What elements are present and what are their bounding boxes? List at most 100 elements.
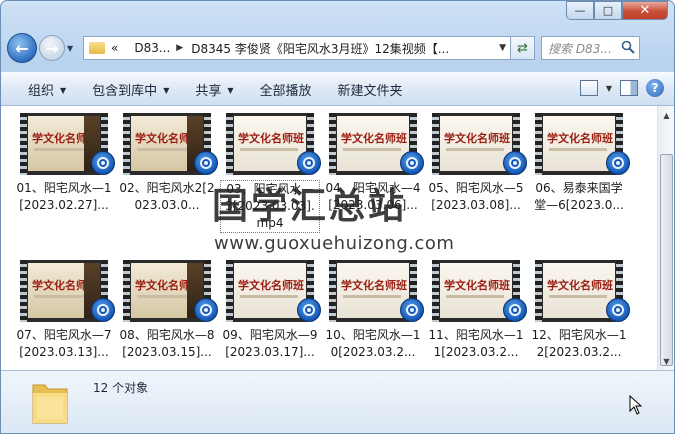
thumbnail-banner: 学文化名师班 (444, 279, 510, 292)
thumbnail-frame: 学文化名师班 (337, 263, 409, 318)
film-strip-icon (432, 260, 439, 322)
refresh-button[interactable]: ⇄ (511, 36, 535, 60)
details-pane: 12 个对象 (1, 370, 674, 433)
search-icon (621, 40, 635, 54)
breadcrumb-current[interactable]: D8345 李俊贤《阳宅风水3月班》12集视频【... (191, 40, 449, 57)
file-item[interactable]: 学文化名师班 06、易泰来国学堂—6[2023.0... (529, 113, 630, 253)
thumbnail-subtitle-bar (343, 295, 401, 298)
recent-pages-dropdown[interactable]: ▼ (67, 44, 79, 53)
media-player-icon (400, 298, 424, 322)
address-chevrons[interactable]: « (111, 41, 118, 55)
thumbnail-frame: 学文化名师班 (28, 116, 100, 171)
media-player-icon (91, 298, 115, 322)
thumbnail-frame: 学文化名师班 (543, 263, 615, 318)
media-player-icon (606, 298, 630, 322)
file-name[interactable]: 05、阳宅风水—5[2023.03.08]... (426, 180, 526, 214)
mouse-pointer-icon (629, 395, 643, 415)
file-item[interactable]: 学文化名师班 01、阳宅风水—1[2023.02.27]... (14, 113, 115, 253)
watermark-text: 国学汇总站 (212, 186, 408, 227)
address-dropdown-icon[interactable]: ▼ (499, 43, 506, 53)
search-input[interactable]: 搜索 D83... (541, 36, 640, 60)
back-arrow-icon: ← (15, 38, 29, 58)
media-player-icon (503, 151, 527, 175)
thumbnail-banner: 学文化名师班 (238, 279, 304, 292)
file-name[interactable]: 08、阳宅风水—8[2023.03.15]... (117, 327, 217, 361)
file-item[interactable]: 学文化名师班 02、阳宅风水2[2023.03.0... (117, 113, 218, 253)
thumbnail-frame: 学文化名师班 (131, 116, 203, 171)
file-name[interactable]: 02、阳宅风水2[2023.03.0... (117, 180, 217, 214)
file-item[interactable]: 学文化名师班 05、阳宅风水—5[2023.03.08]... (426, 113, 527, 253)
organize-label: 组织 (28, 83, 55, 99)
forward-arrow-icon: → (45, 38, 59, 58)
media-player-icon (91, 151, 115, 175)
breadcrumb-arrow-icon[interactable]: ▶ (176, 43, 183, 53)
file-name[interactable]: 06、易泰来国学堂—6[2023.0... (529, 180, 629, 214)
close-button[interactable]: ✕ (622, 1, 668, 20)
thumbnail-frame: 学文化名师班 (337, 116, 409, 171)
film-strip-icon (535, 113, 542, 175)
maximize-button[interactable]: □ (594, 1, 622, 20)
caption-buttons: — □ ✕ (566, 1, 668, 20)
share-menu[interactable]: 共享 ▼ (195, 80, 233, 99)
scroll-up-icon[interactable]: ▲ (659, 108, 674, 124)
film-strip-icon (226, 260, 233, 322)
file-name[interactable]: 01、阳宅风水—1[2023.02.27]... (14, 180, 114, 214)
view-dropdown-icon[interactable]: ▼ (606, 84, 612, 93)
search-placeholder: 搜索 D83... (548, 41, 612, 56)
organize-menu[interactable]: 组织 ▼ (28, 80, 66, 99)
file-list-area[interactable]: 学文化名师班 01、阳宅风水—1[2023.02.27]... 学文化名师班 02、阳… (1, 106, 674, 370)
file-name[interactable]: 07、阳宅风水—7[2023.03.13]... (14, 327, 114, 361)
breadcrumb-item[interactable]: D83... (134, 41, 170, 55)
thumbnail-subtitle-bar (549, 148, 607, 151)
preview-pane-icon[interactable] (620, 80, 638, 96)
film-strip-icon (329, 113, 336, 175)
thumbnail-frame: 学文化名师班 (440, 263, 512, 318)
media-player-icon (297, 151, 321, 175)
change-view-icon[interactable] (579, 80, 598, 96)
folder-icon (32, 384, 68, 424)
film-strip-icon (20, 260, 27, 322)
thumbnail-frame: 学文化名师班 (234, 116, 306, 171)
media-player-icon (194, 298, 218, 322)
media-player-icon (297, 298, 321, 322)
thumbnail-subtitle-bar (240, 295, 298, 298)
include-label: 包含到库中 (92, 83, 158, 99)
thumbnail-frame: 学文化名师班 (543, 116, 615, 171)
file-name[interactable]: 10、阳宅风水—10[2023.03.2... (323, 327, 423, 361)
new-folder-button[interactable]: 新建文件夹 (338, 80, 403, 99)
film-strip-icon (432, 113, 439, 175)
media-player-icon (400, 151, 424, 175)
film-strip-icon (226, 113, 233, 175)
file-name[interactable]: 09、阳宅风水—9[2023.03.17]... (220, 327, 320, 361)
media-player-icon (503, 298, 527, 322)
scroll-down-icon[interactable]: ▼ (659, 354, 674, 370)
film-strip-icon (535, 260, 542, 322)
command-bar: 组织 ▼ 包含到库中 ▼ 共享 ▼ 全部播放 新建文件夹 ▼ ? (1, 72, 674, 106)
include-in-library-menu[interactable]: 包含到库中 ▼ (92, 80, 169, 99)
thumbnail-subtitle-bar (240, 148, 298, 151)
thumbnail-banner: 学文化名师班 (341, 279, 407, 292)
forward-button[interactable]: → (39, 35, 65, 61)
thumbnail-subtitle-bar (446, 295, 504, 298)
address-bar[interactable]: « D83... ▶ D8345 李俊贤《阳宅风水3月班》12集视频【... ▼ (83, 36, 511, 60)
film-strip-icon (20, 113, 27, 175)
film-strip-icon (123, 260, 130, 322)
thumbnail-frame: 学文化名师班 (131, 263, 203, 318)
file-name[interactable]: 12、阳宅风水—12[2023.03.2... (529, 327, 629, 361)
folder-icon (89, 42, 105, 54)
back-button[interactable]: ← (7, 33, 37, 63)
film-strip-icon (329, 260, 336, 322)
scrollbar-thumb[interactable] (660, 154, 673, 366)
thumbnail-frame: 学文化名师班 (234, 263, 306, 318)
watermark-url: www.guoxuehuizong.com (214, 233, 455, 254)
thumbnail-banner: 学文化名师班 (444, 132, 510, 145)
media-player-icon (194, 151, 218, 175)
minimize-button[interactable]: — (566, 1, 594, 20)
dropdown-icon: ▼ (227, 85, 234, 95)
help-icon[interactable]: ? (646, 79, 664, 97)
vertical-scrollbar[interactable]: ▲ ▼ (657, 106, 674, 370)
play-all-button[interactable]: 全部播放 (260, 80, 312, 99)
thumbnail-subtitle-bar (446, 148, 504, 151)
file-name[interactable]: 11、阳宅风水—11[2023.03.2... (426, 327, 526, 361)
film-strip-icon (123, 113, 130, 175)
